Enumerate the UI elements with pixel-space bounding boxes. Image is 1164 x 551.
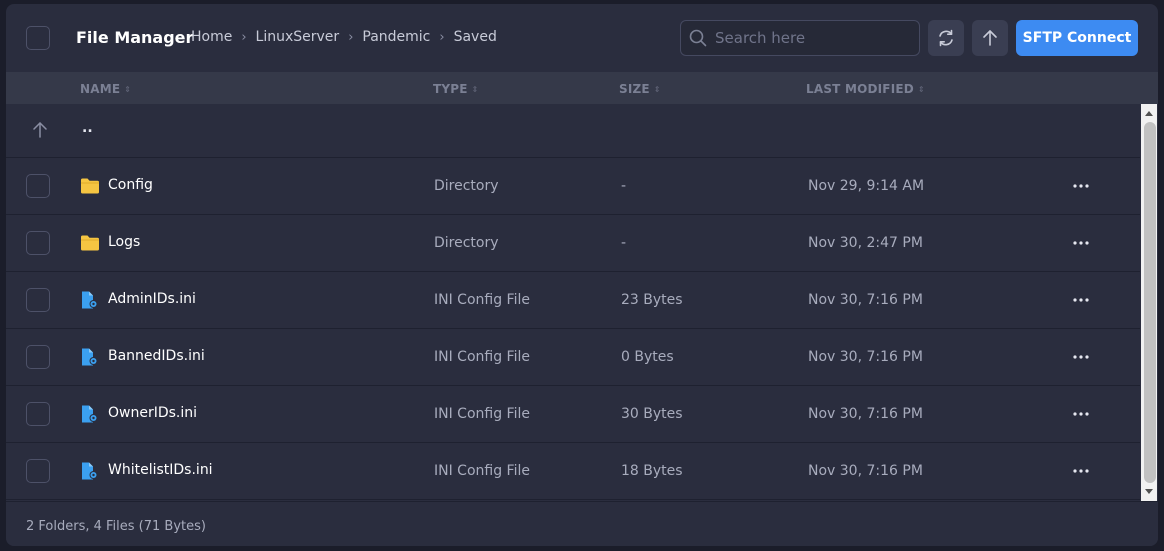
more-horizontal-icon — [1073, 241, 1089, 245]
column-header-label: SIZE — [619, 82, 650, 96]
more-horizontal-icon — [1073, 355, 1089, 359]
column-header-label: TYPE — [433, 82, 468, 96]
breadcrumb-home[interactable]: Home — [191, 29, 232, 45]
page-title: File Manager — [76, 28, 194, 47]
row-checkbox[interactable] — [26, 402, 50, 426]
file-name[interactable]: WhitelistIDs.ini — [108, 462, 213, 478]
row-checkbox[interactable] — [26, 174, 50, 198]
more-options-button[interactable] — [1070, 460, 1092, 482]
breadcrumb-separator: › — [348, 29, 354, 45]
more-options-button[interactable] — [1070, 346, 1092, 368]
toolbar: File Manager Home › LinuxServer › Pandem… — [6, 4, 1158, 72]
file-list: .. Config Directory - Nov 29, 9:14 AM Lo… — [6, 104, 1140, 501]
file-size: 30 Bytes — [621, 406, 683, 422]
row-checkbox[interactable] — [26, 231, 50, 255]
config-file-icon — [82, 348, 98, 366]
column-header-name[interactable]: NAME ⇕ — [80, 82, 131, 96]
search-box — [680, 20, 920, 56]
scrollbar-thumb[interactable] — [1144, 122, 1156, 483]
file-size: - — [621, 235, 627, 251]
more-horizontal-icon — [1073, 298, 1089, 302]
breadcrumb-linuxserver[interactable]: LinuxServer — [256, 29, 340, 45]
breadcrumb-saved[interactable]: Saved — [454, 29, 497, 45]
sort-icon: ⇕ — [917, 84, 925, 94]
file-size: 0 Bytes — [621, 349, 674, 365]
file-modified: Nov 30, 2:47 PM — [808, 235, 923, 251]
file-modified: Nov 30, 7:16 PM — [808, 406, 923, 422]
file-name[interactable]: BannedIDs.ini — [108, 348, 205, 364]
table-row[interactable]: WhitelistIDs.ini INI Config File 18 Byte… — [6, 443, 1140, 500]
more-horizontal-icon — [1073, 412, 1089, 416]
folder-icon — [81, 178, 99, 194]
file-type: Directory — [434, 235, 499, 251]
sort-icon: ⇕ — [471, 84, 479, 94]
parent-directory-link[interactable]: .. — [82, 120, 93, 136]
file-type: Directory — [434, 178, 499, 194]
config-file-icon — [82, 462, 98, 480]
more-horizontal-icon — [1073, 184, 1089, 188]
table-header: NAME ⇕ TYPE ⇕ SIZE ⇕ LAST MODIFIED ⇕ — [6, 72, 1158, 104]
sftp-connect-button[interactable]: SFTP Connect — [1016, 20, 1138, 56]
column-header-label: NAME — [80, 82, 121, 96]
file-type: INI Config File — [434, 406, 530, 422]
breadcrumb: Home › LinuxServer › Pandemic › Saved — [191, 29, 497, 45]
row-checkbox[interactable] — [26, 288, 50, 312]
folder-summary: 2 Folders, 4 Files (71 Bytes) — [26, 519, 206, 534]
column-header-label: LAST MODIFIED — [806, 82, 914, 96]
search-input[interactable] — [715, 21, 913, 54]
file-type: INI Config File — [434, 463, 530, 479]
breadcrumb-pandemic[interactable]: Pandemic — [362, 29, 430, 45]
file-type: INI Config File — [434, 349, 530, 365]
more-options-button[interactable] — [1070, 403, 1092, 425]
arrow-up-icon — [983, 30, 997, 46]
table-row[interactable]: Config Directory - Nov 29, 9:14 AM — [6, 158, 1140, 215]
table-row[interactable]: AdminIDs.ini INI Config File 23 Bytes No… — [6, 272, 1140, 329]
file-name[interactable]: Config — [108, 177, 153, 193]
file-name[interactable]: AdminIDs.ini — [108, 291, 196, 307]
file-size: 18 Bytes — [621, 463, 683, 479]
vertical-scrollbar[interactable] — [1140, 104, 1158, 501]
file-name[interactable]: OwnerIDs.ini — [108, 405, 197, 421]
refresh-icon — [939, 29, 953, 47]
arrow-up-icon[interactable] — [30, 120, 50, 140]
sort-icon: ⇕ — [653, 84, 661, 94]
row-checkbox[interactable] — [26, 345, 50, 369]
table-row[interactable]: Logs Directory - Nov 30, 2:47 PM — [6, 215, 1140, 272]
file-name[interactable]: Logs — [108, 234, 140, 250]
more-options-button[interactable] — [1070, 289, 1092, 311]
more-options-button[interactable] — [1070, 175, 1092, 197]
file-type: INI Config File — [434, 292, 530, 308]
column-header-size[interactable]: SIZE ⇕ — [619, 82, 661, 96]
more-options-button[interactable] — [1070, 232, 1092, 254]
file-modified: Nov 30, 7:16 PM — [808, 463, 923, 479]
column-header-modified[interactable]: LAST MODIFIED ⇕ — [806, 82, 925, 96]
more-horizontal-icon — [1073, 469, 1089, 473]
file-modified: Nov 29, 9:14 AM — [808, 178, 925, 194]
file-modified: Nov 30, 7:16 PM — [808, 292, 923, 308]
sort-icon: ⇕ — [124, 84, 132, 94]
column-header-type[interactable]: TYPE ⇕ — [433, 82, 479, 96]
table-row[interactable]: BannedIDs.ini INI Config File 0 Bytes No… — [6, 329, 1140, 386]
parent-directory-row[interactable]: .. — [6, 104, 1140, 158]
upload-button[interactable] — [972, 20, 1008, 56]
file-size: 23 Bytes — [621, 292, 683, 308]
scroll-up-arrow-icon[interactable] — [1141, 108, 1157, 118]
scrollbar-track[interactable] — [1141, 104, 1157, 501]
row-checkbox[interactable] — [26, 459, 50, 483]
table-row[interactable]: OwnerIDs.ini INI Config File 30 Bytes No… — [6, 386, 1140, 443]
scroll-down-arrow-icon[interactable] — [1141, 487, 1157, 497]
file-modified: Nov 30, 7:16 PM — [808, 349, 923, 365]
refresh-button[interactable] — [928, 20, 964, 56]
breadcrumb-separator: › — [439, 29, 445, 45]
breadcrumb-separator: › — [241, 29, 247, 45]
select-all-checkbox[interactable] — [26, 26, 50, 50]
search-icon — [689, 29, 707, 47]
folder-icon — [81, 235, 99, 251]
status-bar: 2 Folders, 4 Files (71 Bytes) — [6, 501, 1158, 546]
file-manager-panel: File Manager Home › LinuxServer › Pandem… — [6, 4, 1158, 546]
file-size: - — [621, 178, 627, 194]
config-file-icon — [82, 291, 98, 309]
config-file-icon — [82, 405, 98, 423]
